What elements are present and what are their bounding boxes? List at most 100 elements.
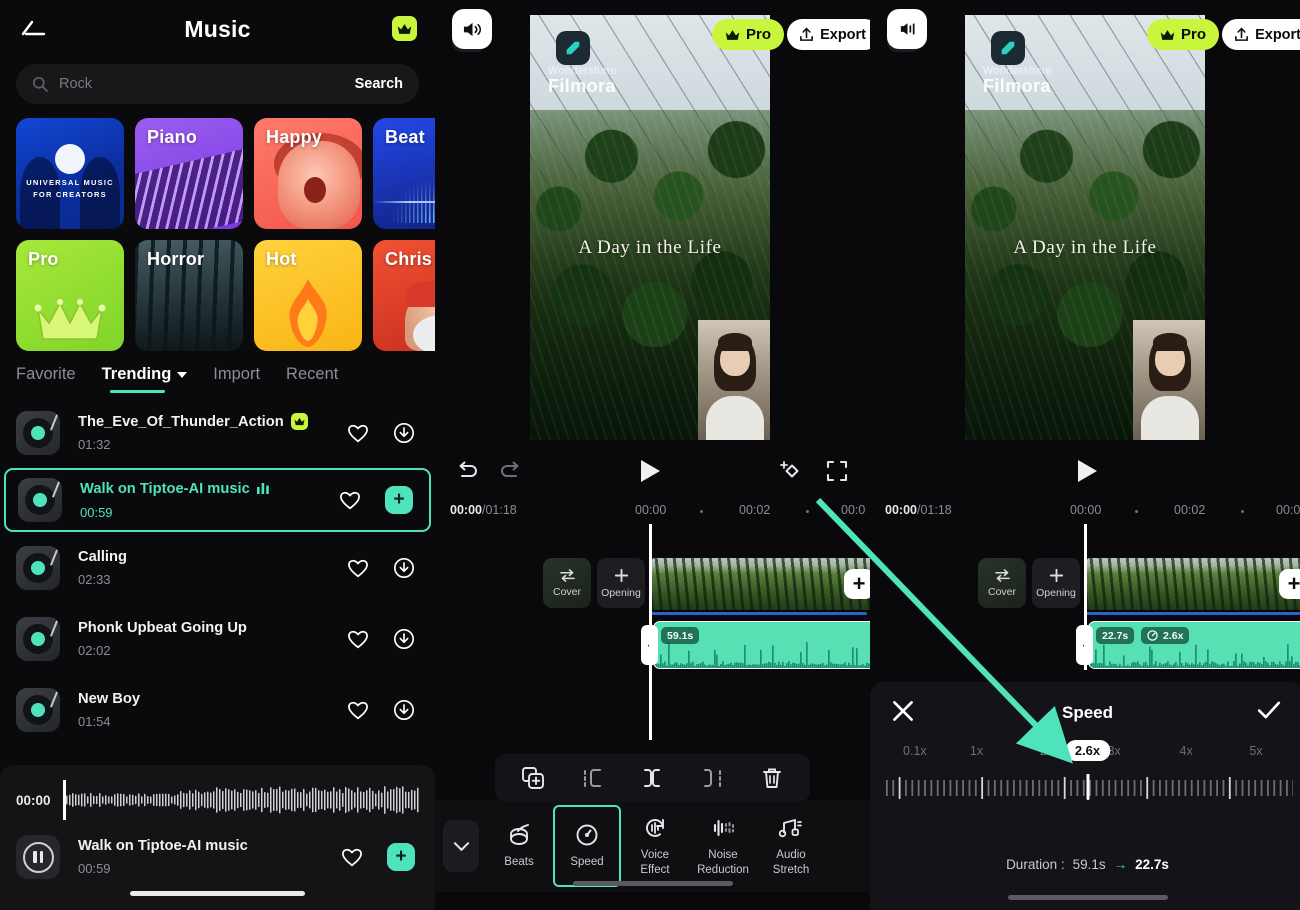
category-card-christmas[interactable]: Chris — [373, 240, 435, 351]
heart-icon[interactable] — [339, 489, 361, 511]
delete-icon[interactable] — [759, 765, 785, 791]
category-card-pro[interactable]: Pro — [16, 240, 124, 351]
chevron-down-icon[interactable] — [443, 820, 479, 872]
category-grid: UNIVERSAL MUSIC FOR CREATORS Piano Happy… — [0, 118, 435, 351]
video-preview[interactable]: Wondershare Filmora A Day in the Life — [530, 15, 770, 440]
pro-button[interactable]: Pro — [711, 19, 784, 50]
audio-meter-icon[interactable] — [887, 9, 927, 49]
duration-summary: Duration : 59.1s → 22.7s — [870, 857, 1300, 872]
track-row-selected[interactable]: Walk on Tiptoe-AI music 00:59 + — [4, 468, 431, 532]
heart-icon[interactable] — [347, 699, 369, 721]
page-title: Music — [184, 15, 251, 42]
timeline-playhead[interactable] — [649, 524, 652, 740]
picture-in-picture[interactable] — [698, 320, 770, 440]
volume-icon[interactable] — [452, 9, 492, 49]
download-icon[interactable] — [393, 557, 415, 579]
add-clip-button[interactable]: + — [1279, 569, 1300, 599]
track-duration: 02:33 — [78, 571, 111, 587]
universal-brand-line1: UNIVERSAL MUSIC — [26, 178, 114, 187]
play-icon[interactable] — [641, 460, 660, 482]
add-track-button[interactable]: + — [385, 486, 413, 514]
speed-current-value[interactable]: 2.6x — [1064, 740, 1111, 761]
audio-clip[interactable]: 59.1s — [653, 621, 870, 669]
category-card-piano[interactable]: Piano — [135, 118, 243, 229]
tool-audio-stretch[interactable]: Audio Stretch — [757, 805, 825, 887]
speed-slider-needle[interactable] — [1086, 774, 1089, 800]
heart-icon[interactable] — [341, 846, 363, 868]
check-icon[interactable] — [1257, 700, 1283, 726]
tab-label: Trending — [101, 365, 172, 383]
back-arrow-icon[interactable] — [16, 12, 50, 46]
heart-icon[interactable] — [347, 422, 369, 444]
pro-button[interactable]: Pro — [1146, 19, 1219, 50]
track-duration: 01:54 — [78, 713, 111, 729]
tool-voice-effect[interactable]: Voice Effect — [621, 805, 689, 887]
tab-recent[interactable]: Recent — [286, 365, 338, 395]
category-card-hot[interactable]: Hot — [254, 240, 362, 351]
fullscreen-icon[interactable] — [824, 458, 850, 484]
track-row[interactable]: Calling 02:33 — [0, 532, 435, 603]
cover-chip[interactable]: Cover — [978, 558, 1026, 608]
track-row[interactable]: New Boy 01:54 — [0, 674, 435, 745]
split-left-icon[interactable] — [580, 765, 606, 791]
export-button[interactable]: Export — [787, 19, 870, 50]
tool-noise-reduction[interactable]: Noise Reduction — [689, 805, 757, 887]
waveform-scrubber[interactable] — [62, 780, 419, 820]
tab-trending[interactable]: Trending — [102, 365, 188, 395]
export-button[interactable]: Export — [1222, 19, 1300, 50]
video-clip[interactable]: + — [1086, 558, 1300, 610]
undo-icon[interactable] — [455, 458, 481, 484]
split-right-icon[interactable] — [699, 765, 725, 791]
keyframe-icon[interactable] — [778, 458, 804, 484]
flame-icon — [289, 279, 327, 347]
crown-icon — [290, 413, 308, 430]
track-row[interactable]: The_Eve_Of_Thunder_Action 01:32 — [0, 397, 435, 468]
pause-icon[interactable] — [16, 835, 60, 879]
search-bar[interactable]: Search — [16, 64, 419, 104]
playhead[interactable] — [62, 780, 66, 820]
download-icon[interactable] — [393, 628, 415, 650]
ruler-tick: 00:02 — [1174, 503, 1206, 517]
close-icon[interactable] — [892, 700, 918, 726]
tab-import[interactable]: Import — [213, 365, 260, 395]
add-clip-button[interactable]: + — [844, 569, 870, 599]
picture-in-picture[interactable] — [1133, 320, 1205, 440]
search-input[interactable] — [48, 76, 347, 92]
opening-chip[interactable]: Opening — [1032, 558, 1080, 608]
piano-illustration — [135, 146, 243, 229]
video-preview[interactable]: Wondershare Filmora A Day in the Life — [965, 15, 1205, 440]
copy-add-icon[interactable] — [520, 765, 546, 791]
audio-clip[interactable]: 22.7s 2.6x — [1088, 621, 1300, 669]
beats-icon — [506, 822, 532, 848]
playing-bars-icon — [256, 481, 271, 498]
tool-beats[interactable]: Beats — [485, 805, 553, 887]
noise-reduction-icon — [710, 815, 736, 841]
category-card-universal[interactable]: UNIVERSAL MUSIC FOR CREATORS — [16, 118, 124, 229]
tab-favorite[interactable]: Favorite — [16, 365, 76, 395]
split-icon[interactable] — [639, 765, 665, 791]
add-track-button[interactable]: + — [387, 843, 415, 871]
category-card-happy[interactable]: Happy — [254, 118, 362, 229]
track-row[interactable]: Phonk Upbeat Going Up 02:02 — [0, 603, 435, 674]
speed-slider[interactable] — [882, 774, 1293, 808]
play-icon[interactable] — [1078, 460, 1097, 482]
heart-icon[interactable] — [347, 628, 369, 650]
cover-chip[interactable]: Cover — [543, 558, 591, 608]
video-clip[interactable]: + — [651, 558, 870, 610]
tool-speed[interactable]: Speed — [553, 805, 621, 887]
track-duration: 01:32 — [78, 437, 111, 452]
download-icon[interactable] — [393, 699, 415, 721]
category-card-beat[interactable]: Beat — [373, 118, 435, 229]
opening-chip[interactable]: Opening — [597, 558, 645, 608]
search-button[interactable]: Search — [347, 76, 403, 92]
santa-hat — [407, 281, 435, 307]
crown-icon[interactable] — [392, 16, 417, 41]
speed-scale-label: 0.1x — [903, 744, 927, 758]
redo-icon[interactable] — [497, 458, 523, 484]
speed-panel: Speed 0.1x 1x 2x 3x 4x 5x 2.6x Duration … — [870, 682, 1300, 910]
download-icon[interactable] — [393, 422, 415, 444]
timeline-playhead[interactable] — [1084, 524, 1087, 670]
tonearm-icon — [49, 413, 59, 431]
heart-icon[interactable] — [347, 557, 369, 579]
category-card-horror[interactable]: Horror — [135, 240, 243, 351]
